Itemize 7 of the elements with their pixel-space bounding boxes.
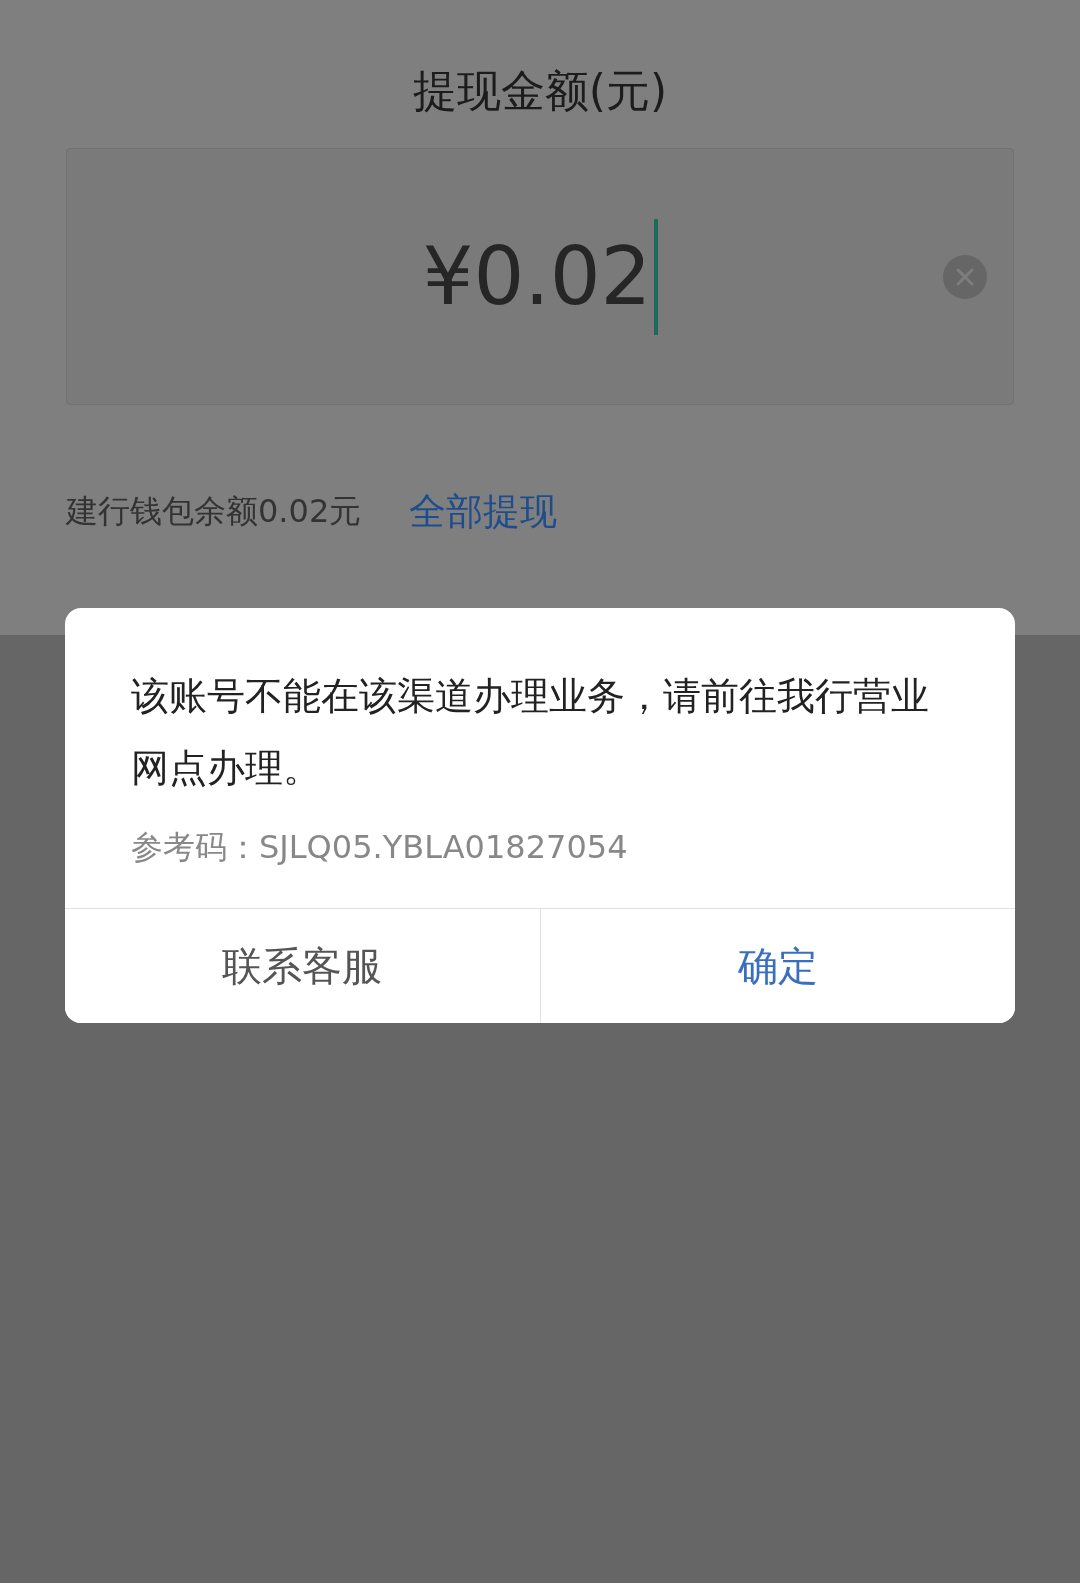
- amount-field[interactable]: ¥0.02: [66, 148, 1014, 405]
- page-title: 提现金额(元): [412, 64, 668, 118]
- clear-icon[interactable]: [943, 254, 987, 299]
- dialog-message: 该账号不能在该渠道办理业务，请前往我行营业网点办理。: [131, 673, 930, 792]
- dialog-button[interactable]: 确定: [539, 909, 1015, 1023]
- reference-code: 参考码：SJLQ05.YBLA01827054: [131, 827, 629, 868]
- balance-text: 建行钱包余额0.02元: [66, 491, 362, 532]
